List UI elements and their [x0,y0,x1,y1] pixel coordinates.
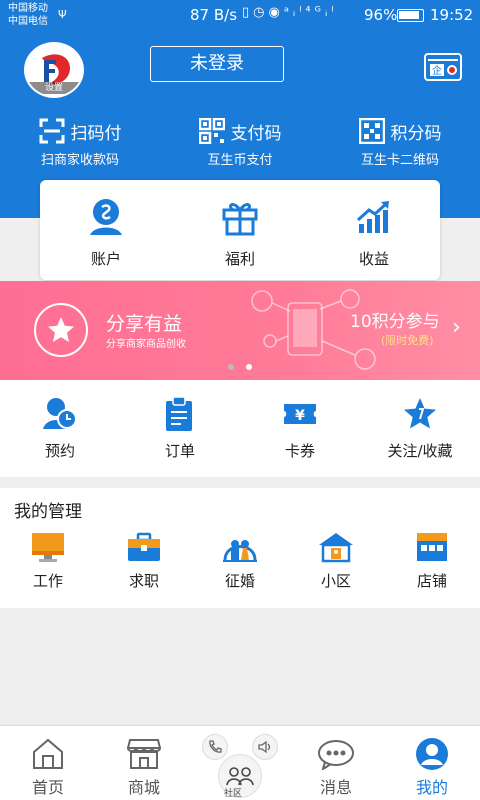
tab-mall-label: 商城 [127,778,160,797]
storefront-icon [127,739,161,769]
work-button[interactable]: 工作 [0,530,96,591]
tab-home-label: 首页 [31,778,64,797]
banner-free-tag: (限时免费) [381,334,434,347]
account-card: 账户 福利 收益 [40,180,440,280]
growth-chart-icon [356,201,389,233]
status-bar: 中国移动 中国电信 Ψ 87 B/s ▯◷◉ᵃᵢˡ⁴ᴳᵢˡ 96% 19:52 [0,0,480,32]
chevron-right-icon: › [452,315,461,340]
scan-pay-label: 扫码付 [70,123,122,144]
account-icon [90,199,122,235]
points-code-label: 积分码 [390,123,442,144]
clock: 19:52 [430,6,474,24]
chat-bubble-icon [318,740,354,770]
house-icon [319,533,353,563]
community-button[interactable]: 小区 [288,530,384,591]
tab-mall[interactable]: 商城 [96,736,192,798]
welfare-label: 福利 [224,250,255,268]
order-list-icon [166,396,192,431]
pay-code-sub: 互生币支付 [207,153,273,168]
star-favorite-icon [404,398,436,429]
settings-label: 设置 [26,82,82,94]
management-section: 我的管理 工作 求职 征婚 小区 店铺 [0,488,480,608]
scan-pay-button[interactable]: 扫码付 扫商家收款码 [0,117,160,168]
svg-text:¥: ¥ [295,408,305,424]
scan-icon [39,118,64,144]
coupon-icon: ¥ [284,404,316,424]
carrier-2: 中国电信 [8,16,48,27]
phone-icon [202,734,228,760]
quick-actions: 预约 订单 ¥ 卡券 关注/收藏 [0,380,480,477]
shop-label: 店铺 [416,572,447,590]
gift-icon [222,203,258,236]
carrier-1: 中国移动 [8,3,48,14]
banner-title: 分享有益 [106,313,183,335]
management-title: 我的管理 [14,502,82,522]
tab-mine-label: 我的 [415,778,448,797]
carousel-dots [224,362,264,372]
job-search-label: 求职 [128,572,159,590]
usb-icon: Ψ [58,8,67,21]
appointment-icon [43,398,77,429]
enterprise-card-icon[interactable]: 企 [424,53,462,81]
svg-text:企: 企 [432,64,442,77]
battery-icon [397,9,424,22]
carousel-dot-active[interactable] [246,364,252,370]
community-label: 小区 [320,572,351,590]
carousel-dot[interactable] [228,364,234,370]
tab-messages[interactable]: 消息 [288,736,384,798]
status-icons: ▯◷◉ᵃᵢˡ⁴ᴳᵢˡ [242,5,338,20]
payment-row: 扫码付 扫商家收款码 支付码 互生币支付 积分码 互生卡二维码 [0,117,480,173]
scan-pay-sub: 扫商家收款码 [40,153,119,168]
banner-points: 10积分参与 [350,312,440,332]
carrier-info: 中国移动 中国电信 [8,2,48,28]
network-speed: 87 B/s [190,6,238,24]
welfare-button[interactable]: 福利 [180,196,300,269]
community-center-button[interactable]: 社区 [196,726,286,800]
home-icon [33,738,63,769]
battery-percent: 96% [364,6,398,24]
appointment-button[interactable]: 预约 [0,396,120,461]
earnings-label: 收益 [358,250,389,268]
couple-icon [223,540,257,562]
favorites-label: 关注/收藏 [387,442,453,460]
job-search-button[interactable]: 求职 [96,530,192,591]
avatar[interactable]: 设置 [24,42,84,98]
qrcode-icon [198,118,225,144]
shop-button[interactable]: 店铺 [384,530,480,591]
account-label: 账户 [90,250,121,268]
pay-code-label: 支付码 [230,123,282,144]
earnings-button[interactable]: 收益 [314,196,434,269]
work-label: 工作 [32,572,63,590]
points-qrcode-icon [358,118,385,144]
tab-mine[interactable]: 我的 [384,736,480,798]
favorites-button[interactable]: 关注/收藏 [360,396,480,461]
matchmaking-button[interactable]: 征婚 [192,530,288,591]
orders-button[interactable]: 订单 [120,396,240,461]
tab-messages-label: 消息 [319,778,352,797]
community-center-label: 社区 [224,789,243,799]
coupons-label: 卡券 [284,442,315,460]
account-button[interactable]: 账户 [46,196,166,269]
orders-label: 订单 [164,442,195,460]
appointment-label: 预约 [44,442,75,460]
shop-icon [417,533,447,561]
matchmaking-label: 征婚 [224,572,255,590]
profile-avatar-icon [416,738,448,770]
login-button[interactable]: 未登录 [150,46,284,82]
points-code-button[interactable]: 积分码 互生卡二维码 [320,117,480,168]
monitor-icon [32,533,64,562]
coupons-button[interactable]: ¥ 卡券 [240,396,360,461]
pay-code-button[interactable]: 支付码 互生币支付 [160,117,320,168]
points-code-sub: 互生卡二维码 [360,153,439,168]
banner-subtitle: 分享商家商品创收 [106,339,186,350]
briefcase-icon [128,532,160,561]
star-icon [34,303,88,357]
speaker-icon [252,734,278,760]
tab-home[interactable]: 首页 [0,736,96,798]
bottom-tab-bar: 首页 商城 社区 消息 我的 [0,725,480,800]
